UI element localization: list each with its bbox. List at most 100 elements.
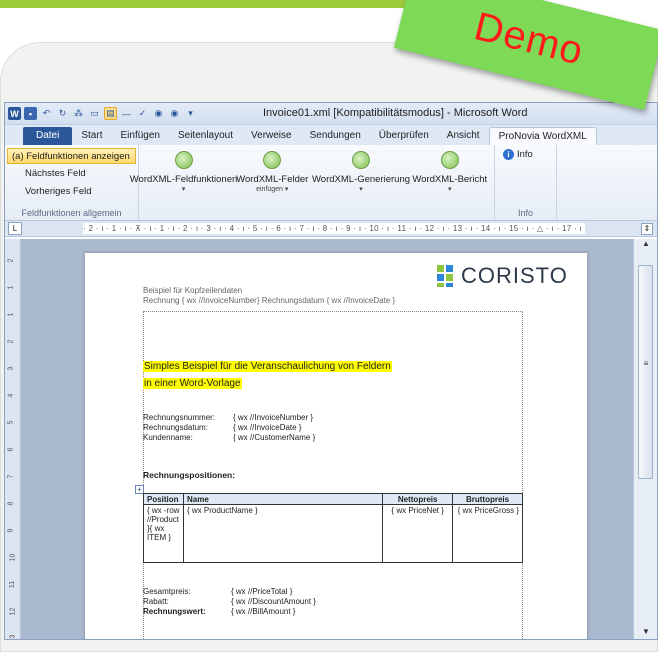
undo-icon[interactable]: ↶ bbox=[40, 107, 53, 120]
column-header-nettopreis: Nettopreis bbox=[382, 493, 454, 505]
tab-start[interactable]: Start bbox=[72, 127, 111, 145]
wordxml-bericht-button[interactable]: WordXML-Bericht ▾ bbox=[406, 145, 495, 220]
cell-name[interactable]: { wx ProductName } bbox=[182, 504, 384, 563]
brush-icon[interactable]: ✓ bbox=[136, 107, 149, 120]
column-header-name: Name bbox=[182, 493, 384, 505]
view-ruler-toggle-icon[interactable]: ⇕ bbox=[641, 223, 653, 235]
field-code[interactable]: { wx //InvoiceNumber } bbox=[233, 413, 313, 422]
total-field-code[interactable]: { wx //DiscountAmount } bbox=[231, 597, 316, 606]
vertical-ruler-mark: 9 bbox=[7, 528, 15, 533]
column-header-bruttopreis: Bruttopreis bbox=[452, 493, 523, 505]
vertical-ruler-mark: 5 bbox=[7, 420, 15, 425]
group-label-feldfunktionen: Feldfunktionen allgemein bbox=[21, 208, 122, 218]
cell-position[interactable]: { wx -row //Product }{ wx ITEM } bbox=[143, 504, 184, 563]
field-label: Rechnungsdatum: bbox=[143, 423, 208, 432]
tab-datei[interactable]: Datei bbox=[23, 127, 73, 145]
group-label-info: Info bbox=[517, 208, 533, 218]
tab-einfuegen[interactable]: Einfügen bbox=[111, 127, 168, 145]
button-label: WordXML-Bericht bbox=[412, 174, 488, 185]
word-app-icon[interactable]: W bbox=[8, 107, 21, 120]
info-button[interactable]: i Info bbox=[495, 149, 556, 160]
circle-icon[interactable]: ◉ bbox=[152, 107, 165, 120]
circle-icon-2[interactable]: ◉ bbox=[168, 107, 181, 120]
button-label: WordXML-Felder bbox=[236, 174, 309, 185]
tab-seitenlayout[interactable]: Seitenlayout bbox=[169, 127, 242, 145]
button-sublabel: einfügen ▾ bbox=[256, 186, 289, 193]
coristo-logo: CORISTO bbox=[437, 263, 568, 289]
ribbon: (a) Feldfunktionen anzeigen Nächstes Fel… bbox=[5, 145, 657, 221]
vertical-ruler-mark: 4 bbox=[7, 393, 15, 398]
demo-label: Demo bbox=[470, 3, 589, 74]
positions-heading: Rechnungspositionen: bbox=[143, 470, 236, 480]
vertical-ruler-mark: 2 bbox=[7, 339, 15, 344]
horizontal-ruler-row: L · 2 · ı · 1 · ı · ⊼ · ı · 1 · ı · 2 · … bbox=[5, 221, 657, 237]
coristo-logo-mark-icon bbox=[437, 265, 455, 287]
total-row: Gesamtpreis: { wx //PriceTotal } bbox=[143, 587, 292, 596]
tab-selector[interactable]: L bbox=[8, 222, 22, 235]
horizontal-ruler[interactable]: · 2 · ı · 1 · ı · ⊼ · ı · 1 · ı · 2 · ı … bbox=[83, 223, 585, 234]
wordxml-circle-icon bbox=[352, 151, 370, 169]
vertical-ruler-mark: 1 bbox=[7, 285, 15, 290]
scroll-down-icon[interactable]: ▼ bbox=[638, 627, 654, 639]
vertical-scrollbar[interactable]: ▲ ≡ ▼ bbox=[633, 239, 657, 639]
total-field-code[interactable]: { wx //BillAmount } bbox=[231, 607, 295, 616]
redo-icon[interactable]: ↻ bbox=[56, 107, 69, 120]
tab-pronovia-wordxml[interactable]: ProNovia WordXML bbox=[488, 127, 597, 145]
info-icon: i bbox=[503, 149, 514, 160]
vertical-ruler-mark: 12 bbox=[9, 607, 17, 616]
scroll-up-icon[interactable]: ▲ bbox=[638, 239, 654, 253]
word-window: W ▪ ↶ ↻ ⁂ ▭ ▤ — ✓ ◉ ◉ ▾ Invoice01.xml [K… bbox=[4, 102, 658, 640]
title-bar: W ▪ ↶ ↻ ⁂ ▭ ▤ — ✓ ◉ ◉ ▾ Invoice01.xml [K… bbox=[5, 103, 657, 125]
tree-icon[interactable]: ⁂ bbox=[72, 107, 85, 120]
layout-icon[interactable]: ▭ bbox=[88, 107, 101, 120]
wordxml-felder-einfuegen-button[interactable]: WordXML-Felder einfügen ▾ bbox=[228, 145, 317, 220]
field-code[interactable]: { wx //CustomerName } bbox=[233, 433, 315, 442]
field-row: Kundenname: { wx //CustomerName } bbox=[143, 433, 315, 442]
wordxml-circle-icon bbox=[440, 151, 459, 169]
header-line-2: Rechnung { wx //InvoiceNumber} Rechnungs… bbox=[143, 296, 396, 305]
vertical-ruler-mark: 6 bbox=[7, 447, 15, 452]
tab-ansicht[interactable]: Ansicht bbox=[438, 127, 489, 145]
tab-verweise[interactable]: Verweise bbox=[242, 127, 301, 145]
vertical-ruler[interactable]: 2 1 1 2 3 4 5 6 7 8 9 10 11 12 13 bbox=[5, 239, 21, 639]
button-label: WordXML-Generierung bbox=[311, 174, 411, 185]
group-feldfunktionen-allgemein: (a) Feldfunktionen anzeigen Nächstes Fel… bbox=[5, 145, 139, 220]
tab-sendungen[interactable]: Sendungen bbox=[301, 127, 370, 145]
field-code[interactable]: { wx //InvoiceDate } bbox=[233, 423, 301, 432]
field-view-icon[interactable]: ▤ bbox=[104, 107, 117, 120]
next-field-button[interactable]: Nächstes Feld bbox=[7, 166, 136, 182]
cell-bruttopreis[interactable]: { wx PriceGross } bbox=[452, 504, 523, 563]
customize-dropdown-icon[interactable]: ▾ bbox=[184, 107, 197, 120]
info-button-label: Info bbox=[517, 149, 533, 160]
group-wordxml: WordXML-Feldfunktionen ▾ WordXML-Felder … bbox=[130, 145, 495, 220]
field-label: Rechnungsnummer: bbox=[143, 413, 216, 422]
total-label: Gesamtpreis: bbox=[143, 587, 191, 596]
window-title: Invoice01.xml [Kompatibilitätsmodus] - M… bbox=[263, 107, 528, 119]
line-icon[interactable]: — bbox=[120, 107, 133, 120]
positions-table: Position Name Nettopreis Bruttopreis { w… bbox=[143, 493, 523, 563]
wordxml-circle-icon bbox=[263, 151, 282, 169]
total-label: Rechnungswert: bbox=[143, 607, 206, 616]
vertical-ruler-mark: 1 bbox=[7, 312, 15, 317]
wordxml-generierung-button[interactable]: WordXML-Generierung ▾ bbox=[312, 145, 410, 220]
previous-field-button[interactable]: Vorheriges Feld bbox=[7, 184, 136, 200]
vertical-ruler-mark: 7 bbox=[7, 474, 15, 479]
total-row: Rabatt: { wx //DiscountAmount } bbox=[143, 597, 316, 606]
document-page[interactable]: Beispiel für Kopfzeilendaten Rechnung { … bbox=[85, 253, 587, 639]
cell-nettopreis[interactable]: { wx PriceNet } bbox=[382, 504, 454, 563]
total-row: Rechnungswert: { wx //BillAmount } bbox=[143, 607, 295, 616]
vertical-ruler-mark: 3 bbox=[7, 366, 15, 371]
total-label: Rabatt: bbox=[143, 597, 169, 606]
table-header-row: Position Name Nettopreis Bruttopreis bbox=[143, 493, 523, 505]
vertical-ruler-mark: 10 bbox=[9, 553, 17, 562]
field-row: Rechnungsnummer: { wx //InvoiceNumber } bbox=[143, 413, 313, 422]
field-row: Rechnungsdatum: { wx //InvoiceDate } bbox=[143, 423, 301, 432]
save-icon[interactable]: ▪ bbox=[24, 107, 37, 120]
tab-ueberpruefen[interactable]: Überprüfen bbox=[370, 127, 438, 145]
quick-access-toolbar: W ▪ ↶ ↻ ⁂ ▭ ▤ — ✓ ◉ ◉ ▾ bbox=[5, 107, 197, 120]
show-field-codes-button[interactable]: (a) Feldfunktionen anzeigen bbox=[7, 148, 136, 164]
wordxml-feldfunktionen-button[interactable]: WordXML-Feldfunktionen ▾ bbox=[130, 145, 237, 220]
total-field-code[interactable]: { wx //PriceTotal } bbox=[231, 587, 292, 596]
vertical-ruler-mark: 8 bbox=[7, 501, 15, 506]
table-row: { wx -row //Product }{ wx ITEM } { wx Pr… bbox=[143, 504, 523, 563]
